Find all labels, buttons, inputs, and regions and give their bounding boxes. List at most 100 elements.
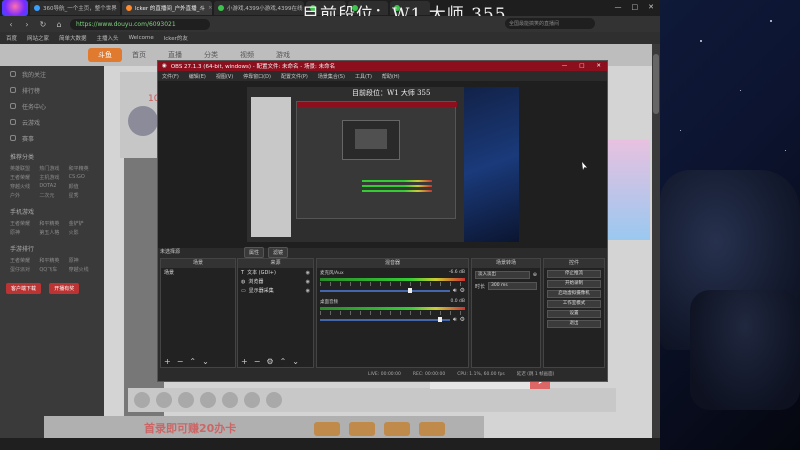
start-stream-button[interactable]: 开播有奖 — [49, 283, 80, 294]
stop-stream-button[interactable]: 停止推流 — [547, 270, 601, 278]
source-item[interactable]: ◍ 浏览器 ◉ — [238, 277, 313, 286]
gift-icon[interactable] — [178, 392, 194, 408]
bookmark-item[interactable]: 主播入头 — [97, 34, 119, 42]
promo-banner[interactable] — [604, 140, 650, 240]
gear-icon[interactable]: ⚙ — [460, 287, 465, 294]
bookmark-item[interactable]: 百度 — [6, 34, 17, 42]
nav-item[interactable]: 视频 — [240, 50, 254, 60]
tab-3[interactable]: 小游戏,4399小游戏,4399在线× — [214, 1, 304, 15]
nav-item[interactable]: 游戏 — [276, 50, 290, 60]
close-icon[interactable]: ✕ — [596, 63, 601, 69]
category-tag[interactable]: 颜值 — [69, 183, 94, 190]
menu-view[interactable]: 视图(V) — [216, 73, 233, 80]
visibility-icon[interactable]: ◉ — [306, 288, 310, 294]
close-icon[interactable]: ✕ — [648, 3, 654, 11]
site-logo[interactable]: 斗鱼 — [88, 48, 122, 62]
visibility-icon[interactable]: ◉ — [306, 270, 310, 276]
up-icon[interactable]: ⌃ — [189, 357, 196, 366]
sidebar-item-follow[interactable]: 我的关注 — [0, 66, 104, 82]
duration-input[interactable]: 300 ms — [488, 282, 537, 290]
start-recording-button[interactable]: 开始录制 — [547, 280, 601, 288]
menu-scene-collection[interactable]: 场景集合(S) — [318, 73, 345, 80]
category-tag[interactable]: 原神 — [10, 229, 35, 236]
tab-1[interactable]: 360导航_一个主页，整个世界× — [30, 1, 120, 15]
slider-knob[interactable] — [408, 288, 412, 293]
category-tag[interactable]: 穿越火线 — [69, 266, 94, 273]
category-tag[interactable]: 穿越火线 — [10, 183, 35, 190]
category-tag[interactable]: 和平精英 — [39, 257, 64, 264]
slider-knob[interactable] — [438, 317, 442, 322]
category-tag[interactable]: 热门游戏 — [39, 165, 64, 172]
category-tag[interactable]: 户外 — [10, 192, 35, 199]
menu-profile[interactable]: 配置文件(P) — [281, 73, 308, 80]
tab-2[interactable]: lcker 的直播间_户外直播_斗 × — [122, 1, 212, 15]
sidebar-item-events[interactable]: 赛事 — [0, 130, 104, 146]
source-item[interactable]: ▭ 显示器采集 ◉ — [238, 286, 313, 295]
gift-icon[interactable] — [244, 392, 260, 408]
gift-icon[interactable] — [266, 392, 282, 408]
bookmark-item[interactable]: 网站之家 — [27, 34, 49, 42]
minimize-icon[interactable]: — — [615, 3, 622, 11]
category-tag[interactable]: 王者荣耀 — [10, 257, 35, 264]
exit-button[interactable]: 退出 — [547, 320, 601, 328]
sidebar-item-rank[interactable]: 排行榜 — [0, 82, 104, 98]
forward-icon[interactable]: › — [22, 20, 32, 29]
maximize-icon[interactable]: □ — [632, 3, 639, 11]
menu-file[interactable]: 文件(F) — [162, 73, 179, 80]
gift-icon[interactable] — [200, 392, 216, 408]
close-tab-icon[interactable]: × — [208, 5, 212, 11]
reload-icon[interactable]: ↻ — [38, 20, 48, 29]
download-client-button[interactable]: 客户端下载 — [6, 283, 42, 294]
add-icon[interactable]: ⊕ — [533, 272, 537, 278]
category-tag[interactable]: DOTA2 — [39, 183, 64, 190]
menu-edit[interactable]: 编辑(E) — [189, 73, 206, 80]
gift-icon[interactable] — [156, 392, 172, 408]
category-tag[interactable]: 王者荣耀 — [10, 220, 35, 227]
volume-slider[interactable]: 🔊︎ ⚙ — [320, 287, 465, 294]
bookmark-item[interactable]: lcker的友 — [164, 34, 188, 42]
menu-tools[interactable]: 工具(T) — [355, 73, 372, 80]
category-tag[interactable]: 原神 — [69, 257, 94, 264]
properties-button[interactable]: 属性 — [244, 247, 265, 258]
category-tag[interactable]: 火影 — [69, 229, 94, 236]
virtual-camera-button[interactable]: 启动虚拟摄像机 — [547, 290, 601, 298]
remove-icon[interactable]: − — [177, 357, 184, 366]
nav-item[interactable]: 首页 — [132, 50, 146, 60]
add-icon[interactable]: + — [241, 357, 248, 366]
category-tag[interactable]: 蛋仔派对 — [10, 266, 35, 273]
category-tag[interactable]: 第五人格 — [39, 229, 64, 236]
nav-item[interactable]: 直播 — [168, 50, 182, 60]
nav-item[interactable]: 分类 — [204, 50, 218, 60]
category-tag[interactable]: 和平精英 — [69, 165, 94, 172]
down-icon[interactable]: ⌄ — [202, 357, 209, 366]
settings-button[interactable]: 设置 — [547, 310, 601, 318]
page-scrollbar[interactable] — [652, 44, 660, 438]
bottom-promo-banner[interactable]: 首录即可赚20办卡 — [44, 416, 484, 438]
gear-icon[interactable]: ⚙ — [460, 316, 465, 323]
category-tag[interactable]: 金铲铲 — [69, 220, 94, 227]
browser-logo-icon[interactable] — [2, 0, 28, 16]
sidebar-item-cloud[interactable]: 云游戏 — [0, 114, 104, 130]
gift-icon[interactable] — [222, 392, 238, 408]
add-icon[interactable]: + — [164, 357, 171, 366]
home-icon[interactable]: ⌂ — [54, 20, 64, 29]
category-tag[interactable]: 英雄联盟 — [10, 165, 35, 172]
minimize-icon[interactable]: — — [562, 63, 568, 69]
category-tag[interactable]: 主机游戏 — [39, 174, 64, 181]
category-tag[interactable]: 和平精英 — [39, 220, 64, 227]
scrollbar-thumb[interactable] — [653, 54, 659, 114]
category-tag[interactable]: 王者荣耀 — [10, 174, 35, 181]
obs-preview[interactable]: 目前段位：W1 大师 355 — [247, 87, 519, 242]
remove-icon[interactable]: − — [254, 357, 261, 366]
source-item[interactable]: T 文本 (GDI+) ◉ — [238, 268, 313, 277]
category-tag[interactable]: CS:GO — [69, 174, 94, 181]
menu-help[interactable]: 帮助(H) — [382, 73, 400, 80]
studio-mode-button[interactable]: 工作室模式 — [547, 300, 601, 308]
category-tag[interactable]: QQ飞车 — [39, 266, 64, 273]
volume-slider[interactable]: 🔊︎ ⚙ — [320, 316, 465, 323]
bookmark-item[interactable]: Welcome — [129, 35, 154, 41]
menu-docks[interactable]: 停靠窗口(D) — [243, 73, 271, 80]
category-tag[interactable]: 星秀 — [69, 192, 94, 199]
gear-icon[interactable]: ⚙ — [266, 357, 273, 366]
transition-select[interactable]: 淡入淡出 — [475, 271, 530, 279]
